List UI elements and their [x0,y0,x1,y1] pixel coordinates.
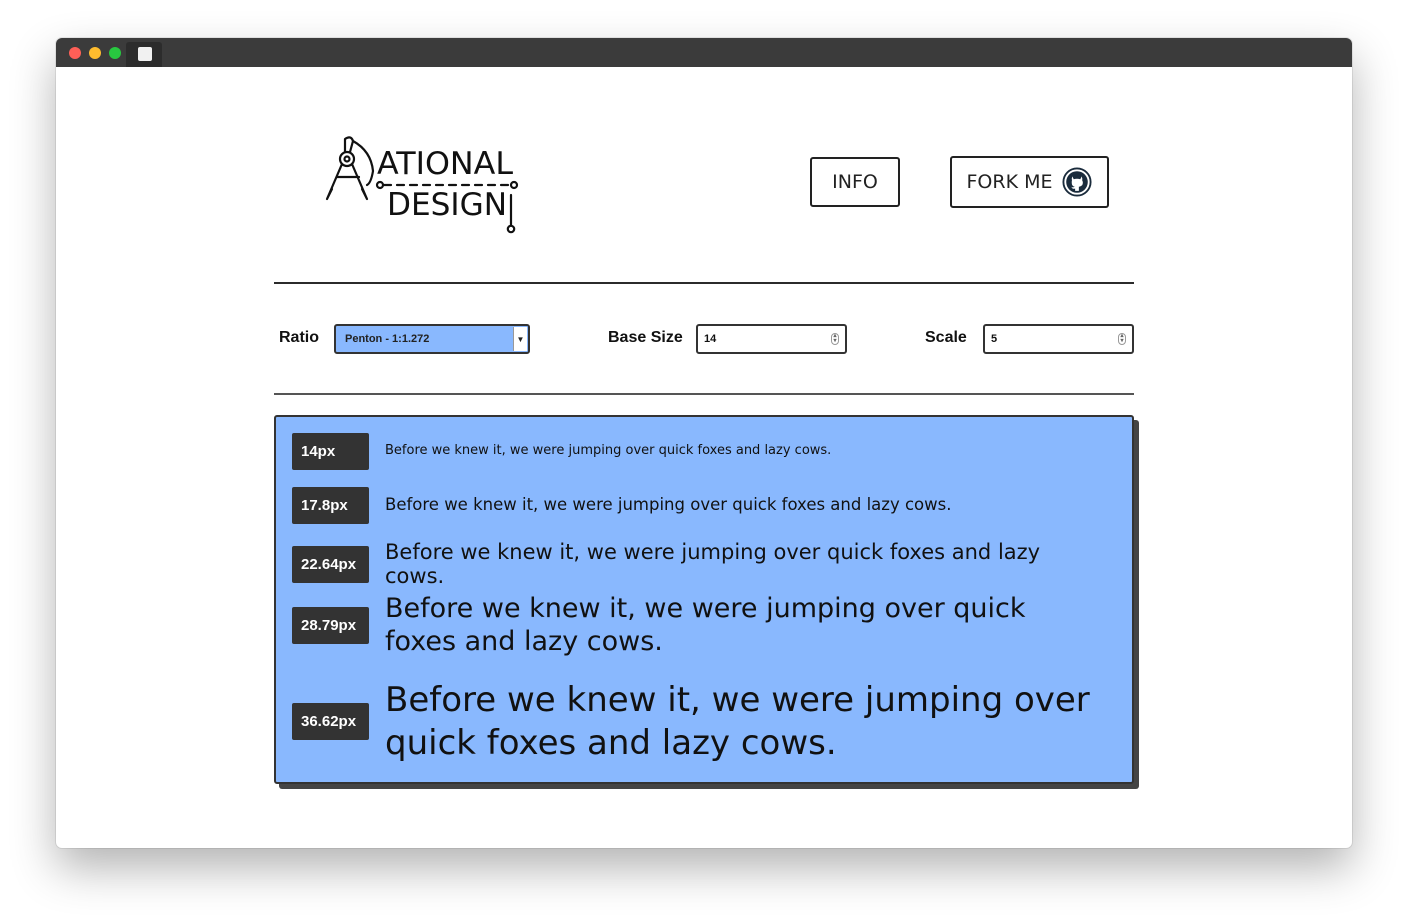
list-item: 28.79px Before we knew it, we were jumpi… [292,593,1105,659]
close-window-button[interactable] [69,47,81,59]
scale-value: 5 [991,333,998,345]
fork-me-label: FORK ME [966,171,1053,193]
size-badge: 36.62px [292,703,369,740]
list-item: 14px Before we knew it, we were jumping … [292,433,1105,470]
base-size-value: 14 [704,333,717,345]
sample-text: Before we knew it, we were jumping over … [385,495,952,515]
dropdown-arrow-icon[interactable]: ▼ [513,327,527,351]
size-badge: 28.79px [292,607,369,645]
title-bar [56,38,1352,67]
svg-text:DESIGN: DESIGN [387,187,507,223]
svg-text:ATIONAL: ATIONAL [377,146,514,182]
logo: ATIONAL DESIGN [325,136,519,234]
fork-me-button[interactable]: FORK ME [950,156,1109,208]
list-item: 36.62px Before we knew it, we were jumpi… [292,679,1105,764]
top-divider [274,282,1134,284]
ratio-label: Ratio [279,329,319,346]
scale-label: Scale [925,329,967,346]
ratio-select-value: Penton - 1:1.272 [345,333,430,345]
bottom-divider [274,393,1134,395]
scale-input[interactable]: 5 ▴ ▾ [983,324,1134,354]
browser-tab[interactable] [126,42,162,67]
ratio-select[interactable]: Penton - 1:1.272 ▼ [334,324,530,354]
sample-text: Before we knew it, we were jumping over … [385,540,1041,589]
stepper-icon[interactable]: ▴ ▾ [831,333,839,345]
list-item: 17.8px Before we knew it, we were jumpin… [292,487,1105,524]
sample-text: Before we knew it, we were jumping over … [385,680,1090,763]
maximize-window-button[interactable] [109,47,121,59]
minimize-window-button[interactable] [89,47,101,59]
info-button-label: INFO [832,171,878,193]
list-item: 22.64px Before we knew it, we were jumpi… [292,540,1105,588]
sample-text: Before we knew it, we were jumping over … [385,593,1026,657]
browser-window: ATIONAL DESIGN INFO FORK ME Ratio Penton… [56,38,1352,848]
type-scale-preview: 14px Before we knew it, we were jumping … [274,415,1134,784]
size-badge: 17.8px [292,487,369,524]
github-icon [1062,167,1093,197]
sample-text: Before we knew it, we were jumping over … [385,443,832,459]
base-size-input[interactable]: 14 ▴ ▾ [696,324,847,354]
base-size-label: Base Size [608,329,683,346]
info-button[interactable]: INFO [810,157,900,207]
favicon-icon [138,47,152,61]
size-badge: 14px [292,433,369,470]
stepper-icon[interactable]: ▴ ▾ [1118,333,1126,345]
size-badge: 22.64px [292,545,369,583]
